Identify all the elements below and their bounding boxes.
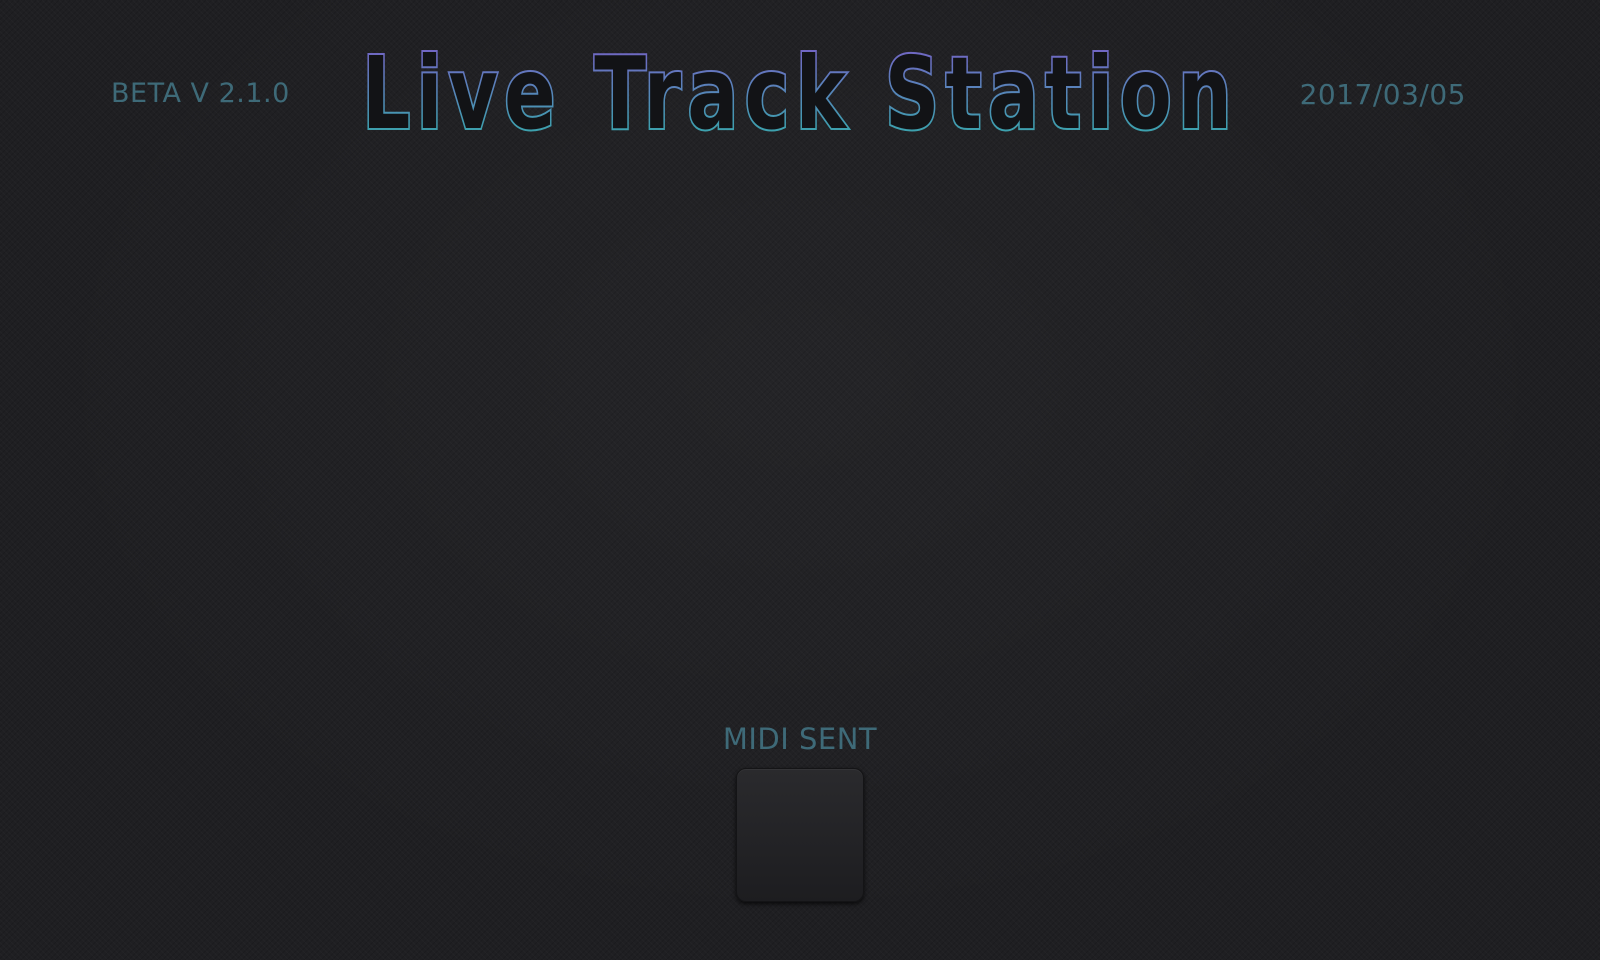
midi-sent-panel: MIDI SENT — [700, 722, 900, 922]
version-label: BETA V 2.1.0 — [111, 78, 290, 109]
date-label: 2017/03/05 — [1299, 78, 1466, 111]
app-title-text: Live Track Station — [362, 35, 1238, 152]
app-title: Live Track Station — [360, 33, 1238, 154]
midi-sent-label: MIDI SENT — [722, 722, 878, 756]
header: BETA V 2.1.0 Live Track Station 2017/03/… — [0, 0, 1600, 160]
midi-sent-indicator — [736, 768, 864, 902]
